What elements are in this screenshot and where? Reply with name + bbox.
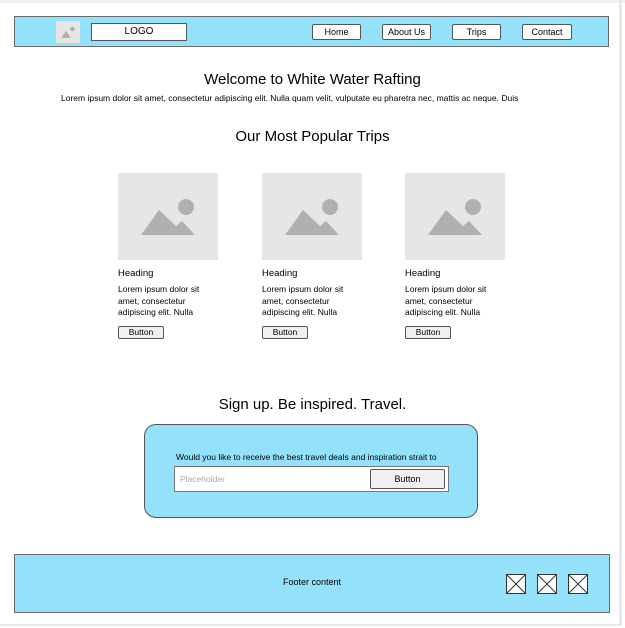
trip-card-heading: Heading — [262, 268, 298, 279]
signup-form: Button — [174, 466, 449, 492]
nav-contact-button[interactable]: Contact — [522, 24, 572, 40]
intro-text: Lorem ipsum dolor sit amet, consectetur … — [61, 93, 519, 103]
trip-card-image-icon — [405, 173, 505, 260]
footer-content: Footer content — [283, 577, 342, 587]
trip-card-button[interactable]: Button — [405, 326, 451, 339]
trip-card-button[interactable]: Button — [262, 326, 308, 339]
image-placeholder-icon[interactable] — [537, 574, 557, 594]
trip-card-heading: Heading — [405, 268, 441, 279]
popular-trips-title: Our Most Popular Trips — [235, 128, 390, 145]
image-placeholder-icon[interactable] — [568, 574, 588, 594]
signup-button[interactable]: Button — [370, 469, 445, 489]
nav-trips-button[interactable]: Trips — [452, 24, 501, 40]
trip-card-image-icon — [262, 173, 362, 260]
footer: Footer content — [14, 554, 610, 613]
signup-question: Would you like to receive the best trave… — [176, 452, 437, 462]
image-placeholder-icon[interactable] — [506, 574, 526, 594]
welcome-title: Welcome to White Water Rafting — [204, 71, 421, 88]
nav-about-us-button[interactable]: About Us — [382, 24, 431, 40]
trip-card-text: Lorem ipsum dolor sit amet, consectetur … — [118, 284, 200, 317]
trip-card-image-icon — [118, 173, 218, 260]
logo-image-icon — [56, 21, 80, 43]
logo[interactable]: LOGO — [91, 23, 187, 41]
signup-email-input[interactable] — [178, 470, 372, 488]
trip-card-button[interactable]: Button — [118, 326, 164, 339]
trip-card-text: Lorem ipsum dolor sit amet, consectetur … — [262, 284, 344, 317]
trip-card-heading: Heading — [118, 268, 154, 279]
trip-card-text: Lorem ipsum dolor sit amet, consectetur … — [405, 284, 487, 317]
signup-title: Sign up. Be inspired. Travel. — [218, 396, 407, 413]
header-bar: LOGO Home About Us Trips Contact — [14, 16, 609, 47]
nav-home-button[interactable]: Home — [312, 24, 361, 40]
